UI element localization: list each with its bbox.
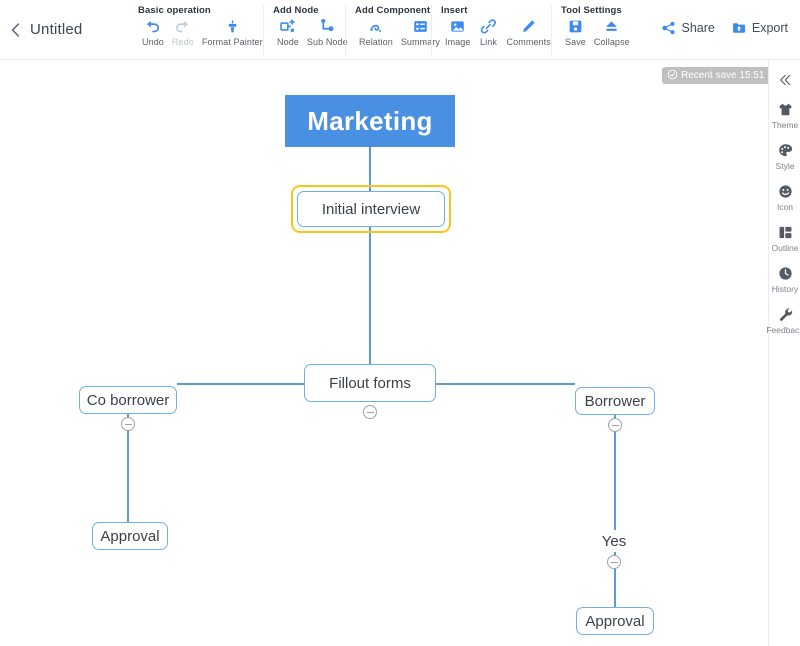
toolbar-group-title: Tool Settings — [561, 5, 622, 16]
summary-icon — [411, 17, 430, 36]
toolbar-button-node[interactable]: Node — [273, 17, 303, 47]
toolbar-group-items: Node Sub Node — [273, 17, 352, 47]
toolbar-button-label: Undo — [142, 37, 164, 47]
toolbar-group-add-component: Add Component Relation Summary — [345, 5, 444, 55]
redo-arrow-icon — [173, 17, 192, 36]
document-title[interactable]: Untitled — [30, 21, 82, 38]
comments-pencil-icon — [519, 17, 538, 36]
node-approval-left[interactable]: Approval — [92, 522, 168, 550]
conn-borrower-down — [614, 415, 616, 530]
collapse-toggle[interactable] — [121, 417, 135, 431]
app-header: Untitled Basic operation Undo Redo Format P… — [0, 0, 800, 60]
sidebar-item-style[interactable]: Style — [769, 141, 800, 171]
header-actions: Share Export — [661, 20, 788, 36]
collapse-up-icon — [602, 17, 621, 36]
export-button[interactable]: Export — [731, 20, 788, 36]
conn-fillout-to-right — [436, 383, 575, 385]
toolbar-button-label: Node — [277, 37, 299, 47]
right-sidebar: Theme Style Icon Outline History Feedback — [766, 60, 800, 646]
save-status-text: Recent save 15:51 — [681, 70, 765, 81]
toolbar-button-label: Link — [480, 37, 497, 47]
toolbar-group-title: Insert — [441, 5, 468, 16]
sidebar-item-history[interactable]: History — [769, 264, 800, 294]
node-yes[interactable]: Yes — [593, 530, 635, 552]
smiley-icon — [777, 182, 794, 200]
clock-icon — [777, 264, 794, 282]
toolbar-group-tool-settings: Tool Settings Save Collapse — [551, 5, 634, 55]
wrench-icon — [777, 305, 794, 323]
share-button[interactable]: Share — [661, 20, 715, 36]
toolbar-button-label: Format Painter — [201, 37, 263, 47]
toolbar-group-items: Image Link Comments — [441, 17, 555, 47]
save-floppy-icon — [566, 17, 585, 36]
mindmap-canvas[interactable]: Recent save 15:51 Marketing Initial inter… — [0, 60, 768, 646]
action-label: Share — [681, 21, 715, 35]
mindmap-app: Untitled Basic operation Undo Redo Format P… — [0, 0, 800, 646]
toolbar-button-label: Save — [565, 37, 586, 47]
collapse-toggle[interactable] — [607, 555, 621, 569]
relation-icon — [366, 17, 385, 36]
toolbar-button-label: Relation — [359, 37, 393, 47]
share-nodes-icon — [661, 20, 677, 36]
node-initial-interview[interactable]: Initial interview — [297, 191, 445, 227]
sidebar-item-label: History — [771, 284, 799, 294]
toolbar-button-image[interactable]: Image — [441, 17, 475, 47]
toolbar-button-format-painter[interactable]: Format Painter — [198, 17, 267, 47]
check-circle-icon — [667, 67, 678, 85]
node-fillout-forms[interactable]: Fillout forms — [304, 364, 436, 402]
toolbar-button-label: Redo — [171, 37, 194, 47]
node-co-borrower[interactable]: Co borrower — [79, 386, 177, 414]
toolbar-group-insert: Insert Image Link Comments — [431, 5, 555, 55]
sidebar-item-label: Feedback — [766, 325, 800, 335]
toolbar-group-items: Save Collapse — [561, 17, 634, 47]
outline-icon — [777, 223, 794, 241]
conn-fillout-to-left — [177, 383, 304, 385]
sidebar-item-icon[interactable]: Icon — [769, 182, 800, 212]
sidebar-item-outline[interactable]: Outline — [769, 223, 800, 253]
action-label: Export — [751, 21, 788, 35]
toolbar-group-title: Add Node — [273, 5, 319, 16]
toolbar-button-redo: Redo — [168, 17, 198, 47]
conn-root-to-interview — [369, 147, 371, 191]
conn-interview-to-fillout — [369, 227, 371, 364]
toolbar-button-label: Comments — [506, 37, 551, 47]
collapse-toggle[interactable] — [608, 418, 622, 432]
tshirt-icon — [777, 100, 794, 118]
toolbar-button-save[interactable]: Save — [561, 17, 590, 47]
toolbar-group-add-node: Add Node Node Sub Node — [263, 5, 352, 55]
toolbar-group-title: Basic operation — [138, 5, 211, 16]
link-icon — [479, 17, 498, 36]
undo-arrow-icon — [143, 17, 162, 36]
toolbar-group-basic-operation: Basic operation Undo Redo Format Painter — [138, 5, 267, 55]
node-approval-right[interactable]: Approval — [576, 607, 654, 635]
toolbar-group-items: Undo Redo Format Painter — [138, 17, 267, 47]
export-folder-icon — [731, 20, 747, 36]
image-icon — [448, 17, 467, 36]
toolbar-button-collapse[interactable]: Collapse — [590, 17, 634, 47]
double-chevron-left-icon[interactable] — [769, 68, 800, 92]
toolbar-button-label: Collapse — [593, 37, 630, 47]
toolbar-button-relation[interactable]: Relation — [355, 17, 397, 47]
chevron-left-icon[interactable] — [6, 20, 26, 40]
add-node-icon — [278, 17, 297, 36]
sidebar-item-label: Outline — [771, 243, 799, 253]
toolbar-button-label: Sub Node — [306, 37, 348, 47]
palette-icon — [777, 141, 794, 159]
add-sub-node-icon — [318, 17, 337, 36]
sidebar-item-label: Theme — [771, 120, 799, 130]
node-marketing[interactable]: Marketing — [285, 95, 455, 147]
node-borrower[interactable]: Borrower — [575, 387, 655, 415]
toolbar-button-link[interactable]: Link — [475, 17, 503, 47]
collapse-toggle[interactable] — [363, 405, 377, 419]
status-badge: Recent save 15:51 — [662, 67, 768, 84]
toolbar-button-undo[interactable]: Undo — [138, 17, 168, 47]
toolbar-button-label: Image — [445, 37, 471, 47]
sidebar-item-label: Style — [775, 161, 795, 171]
sidebar-item-label: Icon — [776, 202, 794, 212]
sidebar-item-theme[interactable]: Theme — [769, 100, 800, 130]
sidebar-item-feedback[interactable]: Feedback — [766, 305, 800, 335]
toolbar-button-comments[interactable]: Comments — [503, 17, 555, 47]
format-painter-icon — [223, 17, 242, 36]
